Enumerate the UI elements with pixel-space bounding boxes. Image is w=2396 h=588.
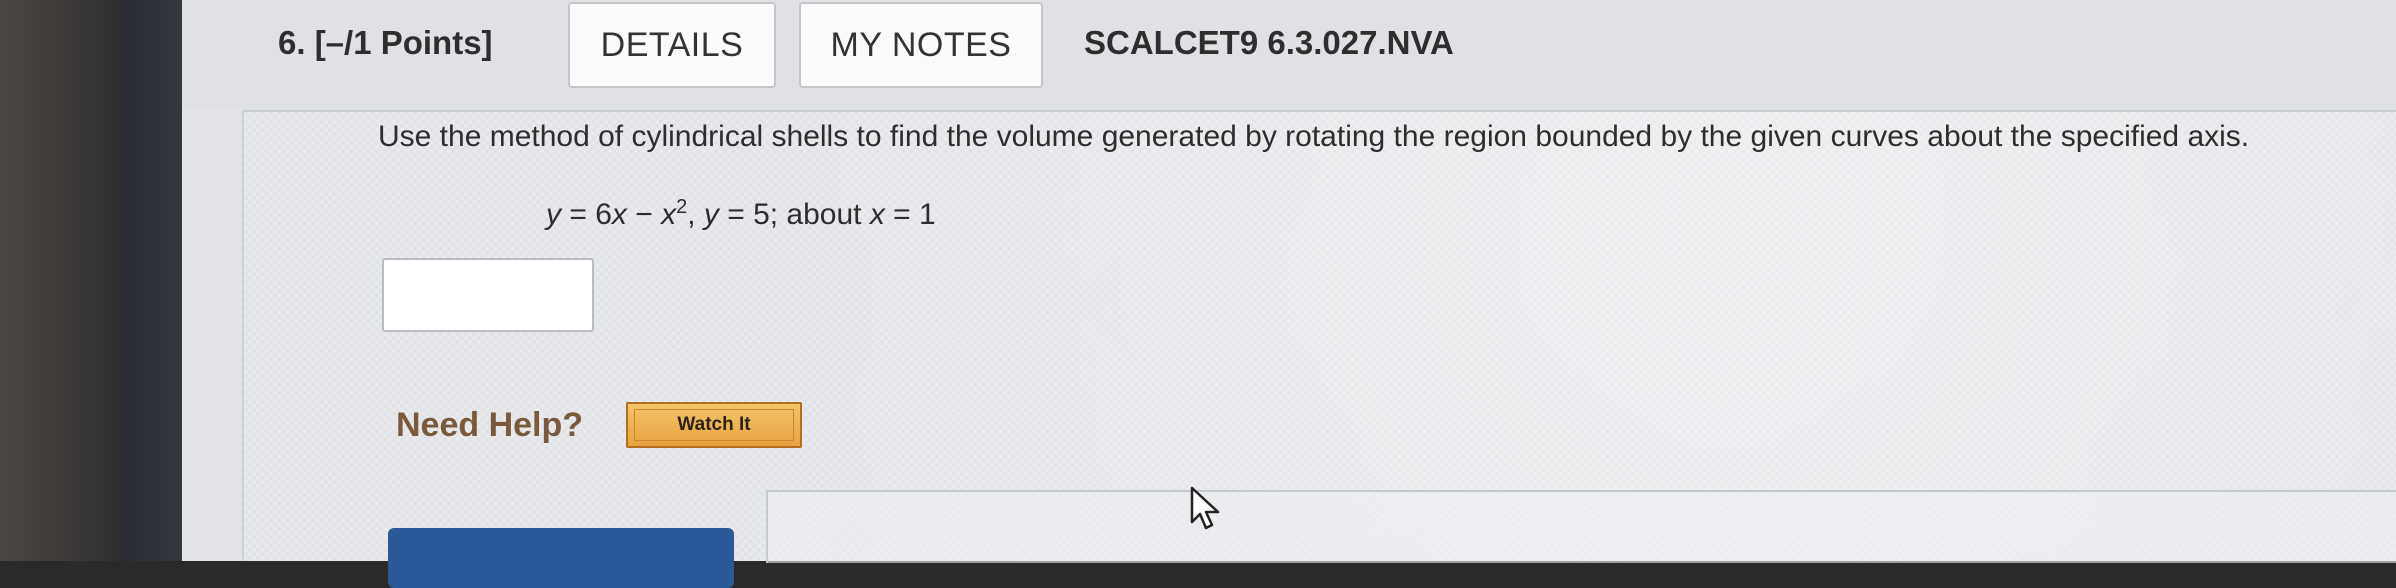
eq-part2: = 5; about bbox=[718, 198, 870, 231]
watch-it-label: Watch It bbox=[634, 409, 794, 441]
arrow-cursor-icon bbox=[1190, 486, 1220, 530]
left-gutter bbox=[182, 110, 244, 561]
assignment-screen: 6. [–/1 Points] DETAILS MY NOTES SCALCET… bbox=[182, 0, 2396, 588]
eq-y1: y bbox=[546, 198, 561, 231]
question-prompt: Use the method of cylindrical shells to … bbox=[378, 120, 2250, 153]
details-button[interactable]: DETAILS bbox=[568, 2, 776, 88]
question-id: SCALCET9 6.3.027.NVA bbox=[1084, 24, 1454, 61]
eq-x3: x bbox=[869, 198, 885, 231]
submit-answer-button[interactable] bbox=[388, 528, 734, 588]
need-help-label: Need Help? bbox=[396, 406, 584, 444]
eq-minus: − bbox=[626, 198, 662, 231]
question-number-points: 6. [–/1 Points] bbox=[278, 24, 493, 61]
monitor-bezel-edge bbox=[120, 0, 182, 561]
eq-x2: x bbox=[661, 198, 677, 231]
question-equation: y = 6x − x2, y = 5; about x = 1 bbox=[546, 196, 936, 232]
eq-x1: x bbox=[611, 198, 627, 231]
eq-y2: y bbox=[703, 198, 719, 231]
content-panel-border bbox=[766, 490, 2396, 563]
eq-exponent: 2 bbox=[676, 196, 688, 218]
question-header: 6. [–/1 Points] DETAILS MY NOTES SCALCET… bbox=[182, 0, 2396, 112]
my-notes-button[interactable]: MY NOTES bbox=[799, 2, 1043, 88]
eq-part3: = 1 bbox=[884, 198, 936, 231]
monitor-bezel-left bbox=[0, 0, 120, 561]
answer-input[interactable] bbox=[382, 258, 594, 332]
watch-it-button[interactable]: Watch It bbox=[626, 402, 802, 448]
eq-sep1: , bbox=[687, 198, 704, 231]
eq-part1: = 6 bbox=[561, 198, 612, 231]
